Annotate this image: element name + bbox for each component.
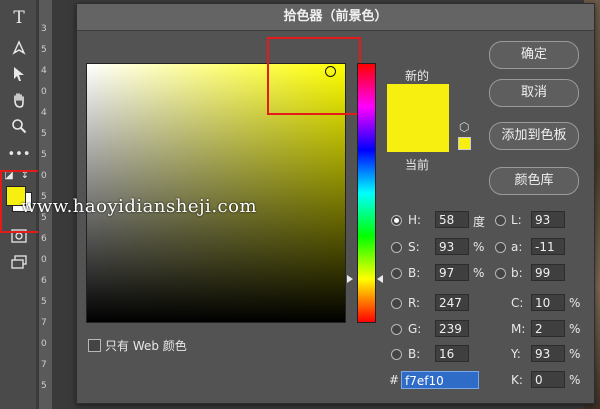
new-color-label: 新的: [405, 69, 430, 83]
a-label: a:: [511, 240, 523, 254]
hue-slider-handle-right[interactable]: [377, 275, 383, 283]
radio-r[interactable]: [391, 298, 402, 309]
new-color-swatch: [387, 84, 449, 120]
web-only-checkbox[interactable]: [88, 339, 101, 352]
current-color-label: 当前: [405, 158, 430, 172]
g-label: G:: [408, 322, 422, 336]
y-field[interactable]: 93: [531, 345, 565, 362]
ruler-number: 7: [41, 318, 47, 328]
c-label: C:: [511, 296, 524, 310]
k-unit: %: [569, 373, 581, 387]
ruler-number: 0: [41, 255, 47, 265]
radio-g[interactable]: [391, 324, 402, 335]
m-field[interactable]: 2: [531, 320, 565, 337]
ruler-number: 5: [41, 150, 47, 160]
radio-s[interactable]: [391, 242, 402, 253]
r-field[interactable]: 247: [435, 294, 469, 311]
hex-label: #: [389, 373, 400, 387]
g-field[interactable]: 239: [435, 320, 469, 337]
rgb-b-label: B:: [408, 347, 421, 361]
ruler-number: 0: [41, 87, 47, 97]
watermark: www.haoyidiansheji.com: [21, 196, 258, 217]
radio-lab-b[interactable]: [495, 268, 506, 279]
ruler-number: 0: [41, 171, 47, 181]
radio-b[interactable]: [391, 268, 402, 279]
r-label: R:: [408, 296, 421, 310]
annotation-highlight-picker: [267, 37, 361, 115]
s-unit: %: [473, 240, 485, 254]
s-field[interactable]: 93: [435, 238, 469, 255]
radio-h[interactable]: [391, 215, 402, 226]
k-label: K:: [511, 373, 523, 387]
type-tool-icon[interactable]: T: [9, 8, 29, 28]
lab-b-label: b:: [511, 266, 523, 280]
y-unit: %: [569, 347, 581, 361]
out-of-gamut-cube-icon[interactable]: ⬡: [459, 120, 469, 134]
ruler-number: 6: [41, 276, 47, 286]
ruler-number: 5: [41, 297, 47, 307]
ruler-number: 5: [41, 381, 47, 391]
l-label: L:: [511, 213, 522, 227]
m-label: M:: [511, 322, 526, 336]
h-label: H:: [408, 213, 422, 227]
radio-rgb-b[interactable]: [391, 349, 402, 360]
pen-tool-icon[interactable]: [9, 38, 29, 58]
m-unit: %: [569, 322, 581, 336]
ruler-number: 5: [41, 45, 47, 55]
lab-b-field[interactable]: 99: [531, 264, 565, 281]
path-selection-icon[interactable]: [9, 64, 29, 84]
add-to-swatches-button[interactable]: 添加到色板: [489, 122, 579, 150]
b-unit: %: [473, 266, 485, 280]
s-label: S:: [408, 240, 420, 254]
radio-l[interactable]: [495, 215, 506, 226]
b-label: B:: [408, 266, 421, 280]
h-field[interactable]: 58: [435, 211, 469, 228]
c-field[interactable]: 10: [531, 294, 565, 311]
k-field[interactable]: 0: [531, 371, 565, 388]
hue-slider[interactable]: [357, 63, 376, 323]
cancel-button[interactable]: 取消: [489, 79, 579, 107]
y-label: Y:: [511, 347, 521, 361]
h-unit: 度: [473, 215, 486, 229]
c-unit: %: [569, 296, 581, 310]
dialog-title: 拾色器（前景色）: [77, 4, 594, 31]
ruler-number: 5: [41, 129, 47, 139]
hand-tool-icon[interactable]: [9, 90, 29, 110]
ruler-number: 3: [41, 24, 47, 34]
ruler-number: 4: [41, 108, 47, 118]
web-only-label: 只有 Web 颜色: [105, 339, 187, 353]
ruler-number: 6: [41, 234, 47, 244]
l-field[interactable]: 93: [531, 211, 565, 228]
zoom-tool-icon[interactable]: [9, 116, 29, 136]
rgb-b-field[interactable]: 16: [435, 345, 469, 362]
radio-a[interactable]: [495, 242, 506, 253]
color-libraries-button[interactable]: 颜色库: [489, 167, 579, 195]
ruler-number: 7: [41, 360, 47, 370]
a-field[interactable]: -11: [531, 238, 565, 255]
ruler-number: 0: [41, 339, 47, 349]
hex-field[interactable]: f7ef10: [401, 371, 479, 389]
hue-slider-handle-left[interactable]: [347, 275, 353, 283]
web-safe-swatch[interactable]: [458, 137, 471, 150]
ok-button[interactable]: 确定: [489, 41, 579, 69]
more-tools-icon[interactable]: •••: [8, 144, 31, 164]
screen-mode-icon[interactable]: [9, 252, 29, 272]
current-color-swatch[interactable]: [387, 120, 449, 152]
ruler-number: 4: [41, 66, 47, 76]
b-field[interactable]: 97: [435, 264, 469, 281]
